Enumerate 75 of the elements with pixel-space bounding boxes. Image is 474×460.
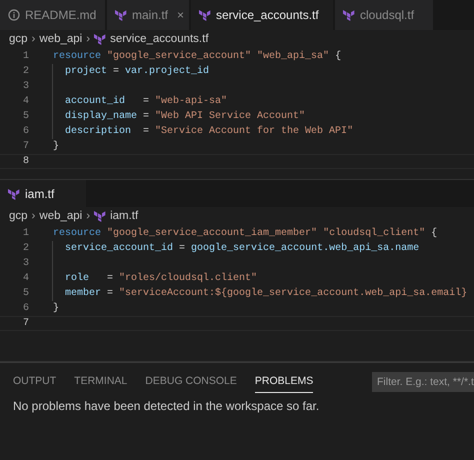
code-token: var.project_id — [125, 66, 210, 77]
line-number: 1 — [22, 51, 29, 62]
file-tab[interactable]: main.tf × — [107, 0, 189, 30]
line-number: 5 — [22, 288, 29, 299]
terraform-icon — [343, 9, 355, 21]
panel-tab[interactable]: DEBUG CONSOLE — [145, 370, 237, 393]
panel-tab[interactable]: TERMINAL — [74, 370, 128, 393]
filter-field[interactable]: Filter. E.g.: text, **/*.t — [372, 372, 474, 392]
line-number: 6 — [22, 303, 29, 314]
code-token: service_account_id — [65, 243, 174, 254]
code-token: "roles/cloudsql.client" — [119, 273, 258, 284]
close-icon[interactable]: × — [177, 8, 184, 22]
panel-tab[interactable]: OUTPUT — [13, 370, 56, 393]
file-tab[interactable]: service_accounts.tf — [191, 0, 333, 30]
code-token: = — [179, 243, 186, 254]
file-tab[interactable]: iam.tf — [0, 180, 86, 207]
line-number: 7 — [22, 141, 29, 152]
breadcrumb-item[interactable]: service_accounts.tf — [110, 33, 209, 45]
code-token: = — [113, 66, 120, 77]
breadcrumb-item[interactable]: iam.tf — [110, 210, 138, 222]
line-number: 4 — [22, 96, 29, 107]
code-token: "web-api-sa" — [155, 96, 228, 107]
code-token: = — [142, 126, 150, 137]
code-token: = — [106, 273, 114, 284]
terraform-icon — [94, 33, 106, 45]
code-token: resource — [53, 228, 102, 239]
line-number: 7 — [22, 318, 29, 329]
code-token: "cloudsql_client" — [323, 228, 426, 239]
breadcrumb-item[interactable]: gcp — [9, 33, 28, 45]
terraform-icon — [94, 210, 106, 222]
code-token: "google_service_account_iam_member" — [107, 228, 318, 239]
code-token: { — [431, 228, 438, 239]
code-token: "Service Account for the Web API" — [155, 126, 354, 137]
code-token: "google_service_account" — [107, 51, 252, 62]
chevron-icon: › — [86, 33, 90, 45]
file-tab[interactable]: README.md — [0, 0, 105, 30]
code-token: "Web API Service Account" — [155, 111, 306, 122]
code-token: } — [53, 303, 60, 314]
panel-tab[interactable]: PROBLEMS — [254, 370, 314, 393]
code-token: account_id — [65, 96, 126, 107]
line-number: 5 — [22, 111, 29, 122]
chevron-icon: › — [32, 210, 36, 222]
code-token: "serviceAccount:${google_service_account.web_api_sa.email} — [119, 288, 468, 299]
line-number: 6 — [22, 126, 29, 137]
line-number: 8 — [22, 156, 29, 167]
code-token: "web_api_sa" — [257, 51, 330, 62]
terraform-icon — [199, 9, 211, 21]
line-number: 4 — [22, 273, 29, 284]
code-token: display_name — [65, 111, 138, 122]
file-tab[interactable]: cloudsql.tf — [335, 0, 433, 30]
code-token: = — [107, 288, 114, 299]
code-token: resource — [53, 51, 102, 62]
code-token: = — [142, 96, 150, 107]
code-token: google_service_account.web_api_sa.name — [191, 243, 420, 254]
code-token: = — [143, 111, 150, 122]
status-message: No problems have been detected in the workspace so far. — [12, 398, 320, 415]
info-icon — [8, 9, 20, 21]
line-number: 3 — [22, 81, 29, 92]
line-number: 1 — [22, 228, 29, 239]
code-token: { — [335, 51, 342, 62]
terraform-icon — [115, 9, 127, 21]
breadcrumb-item[interactable]: web_api — [39, 33, 82, 45]
breadcrumb-item[interactable]: web_api — [39, 210, 82, 222]
code-token: } — [53, 141, 60, 152]
line-number: 3 — [22, 258, 29, 269]
chevron-icon: › — [32, 33, 36, 45]
line-number: 2 — [22, 66, 29, 77]
line-number: 2 — [22, 243, 29, 254]
code-token: member — [65, 288, 102, 299]
breadcrumb-item[interactable]: gcp — [9, 210, 28, 222]
chevron-icon: › — [86, 210, 90, 222]
code-token: role — [65, 273, 90, 284]
code-token: project — [65, 66, 108, 77]
code-token: description — [65, 126, 132, 137]
terraform-icon — [8, 188, 20, 200]
